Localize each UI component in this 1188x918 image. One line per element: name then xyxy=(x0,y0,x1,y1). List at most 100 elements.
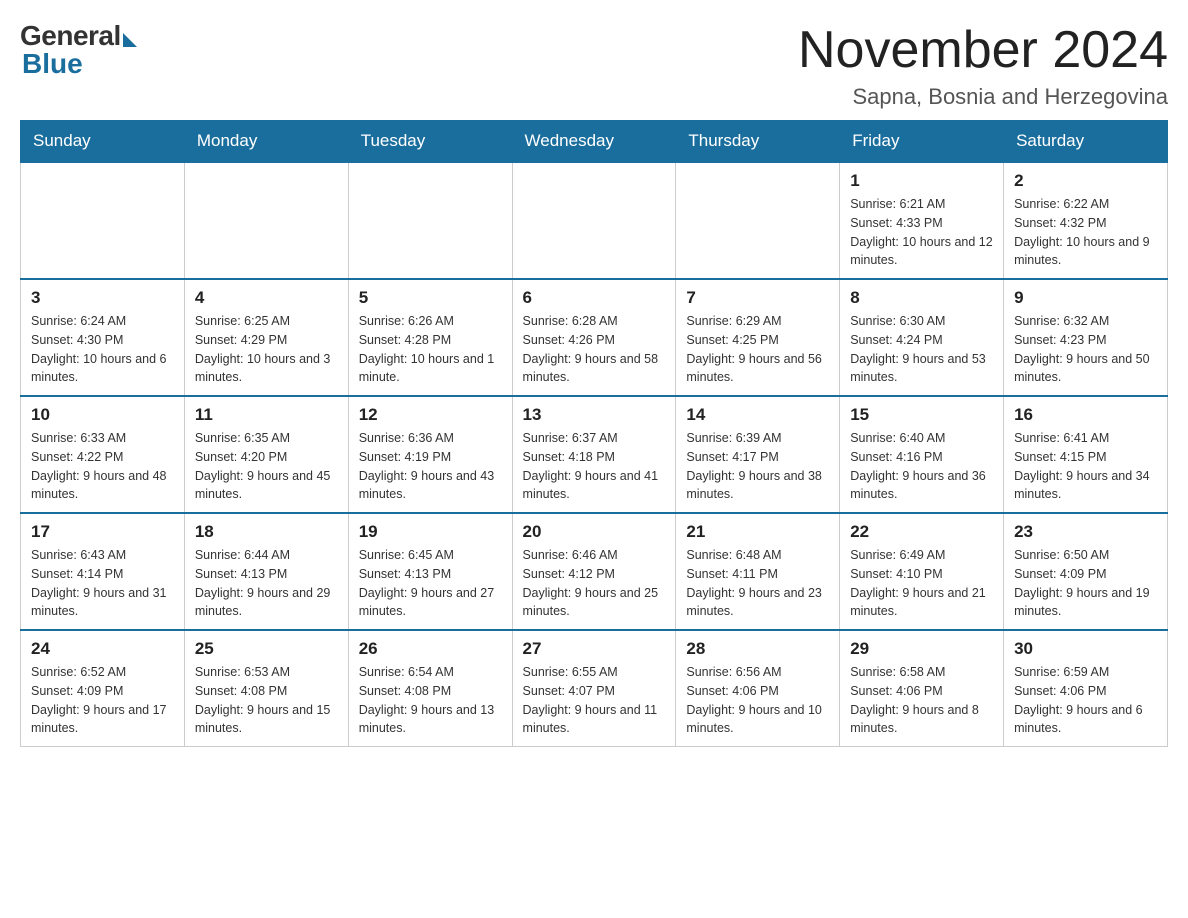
day-number: 24 xyxy=(31,639,174,659)
day-info: Sunrise: 6:37 AM Sunset: 4:18 PM Dayligh… xyxy=(523,429,666,504)
day-number: 15 xyxy=(850,405,993,425)
logo-blue-text: Blue xyxy=(22,48,83,80)
calendar-week-row: 24Sunrise: 6:52 AM Sunset: 4:09 PM Dayli… xyxy=(21,630,1168,747)
calendar-cell: 13 Sunrise: 6:37 AM Sunset: 4:18 PM Dayli… xyxy=(512,396,676,513)
calendar-week-row: 1 Sunrise: 6:21 AM Sunset: 4:33 PM Daylig… xyxy=(21,162,1168,279)
day-number: 6 xyxy=(523,288,666,308)
day-of-week-header: Friday xyxy=(840,121,1004,163)
day-number: 13 xyxy=(523,405,666,425)
day-number: 30 xyxy=(1014,639,1157,659)
calendar-cell: 18 Sunrise: 6:44 AM Sunset: 4:13 PM Dayli… xyxy=(184,513,348,630)
calendar-cell: 10 Sunrise: 6:33 AM Sunset: 4:22 PM Dayli… xyxy=(21,396,185,513)
day-of-week-header: Sunday xyxy=(21,121,185,163)
page-header: General Blue November 2024 Sapna, Bosnia… xyxy=(20,20,1168,110)
day-of-week-header: Thursday xyxy=(676,121,840,163)
day-info: Sunrise: 6:35 AM Sunset: 4:20 PM Dayligh… xyxy=(195,429,338,504)
day-info: Sunrise: 6:40 AM Sunset: 4:16 PM Dayligh… xyxy=(850,429,993,504)
day-number: 11 xyxy=(195,405,338,425)
calendar-cell: 2 Sunrise: 6:22 AM Sunset: 4:32 PM Daylig… xyxy=(1004,162,1168,279)
day-info: Sunrise: 6:29 AM Sunset: 4:25 PM Dayligh… xyxy=(686,312,829,387)
day-of-week-header: Monday xyxy=(184,121,348,163)
day-info: Sunrise: 6:21 AM Sunset: 4:33 PM Dayligh… xyxy=(850,195,993,270)
day-number: 20 xyxy=(523,522,666,542)
calendar-cell: 5 Sunrise: 6:26 AM Sunset: 4:28 PM Daylig… xyxy=(348,279,512,396)
calendar-week-row: 3 Sunrise: 6:24 AM Sunset: 4:30 PM Daylig… xyxy=(21,279,1168,396)
calendar-cell: 17 Sunrise: 6:43 AM Sunset: 4:14 PM Dayli… xyxy=(21,513,185,630)
calendar-cell: 20 Sunrise: 6:46 AM Sunset: 4:12 PM Dayli… xyxy=(512,513,676,630)
day-info: Sunrise: 6:41 AM Sunset: 4:15 PM Dayligh… xyxy=(1014,429,1157,504)
calendar-cell: 23 Sunrise: 6:50 AM Sunset: 4:09 PM Dayli… xyxy=(1004,513,1168,630)
calendar-cell xyxy=(348,162,512,279)
day-info: Sunrise: 6:54 AM Sunset: 4:08 PM Dayligh… xyxy=(359,663,502,738)
location-subtitle: Sapna, Bosnia and Herzegovina xyxy=(798,84,1168,110)
day-of-week-header: Tuesday xyxy=(348,121,512,163)
day-number: 3 xyxy=(31,288,174,308)
calendar-cell: 11 Sunrise: 6:35 AM Sunset: 4:20 PM Dayli… xyxy=(184,396,348,513)
calendar-cell: 24Sunrise: 6:52 AM Sunset: 4:09 PM Dayli… xyxy=(21,630,185,747)
calendar-header-row: SundayMondayTuesdayWednesdayThursdayFrid… xyxy=(21,121,1168,163)
calendar-cell xyxy=(184,162,348,279)
day-info: Sunrise: 6:24 AM Sunset: 4:30 PM Dayligh… xyxy=(31,312,174,387)
day-number: 9 xyxy=(1014,288,1157,308)
calendar-cell: 12Sunrise: 6:36 AM Sunset: 4:19 PM Dayli… xyxy=(348,396,512,513)
day-info: Sunrise: 6:44 AM Sunset: 4:13 PM Dayligh… xyxy=(195,546,338,621)
day-number: 28 xyxy=(686,639,829,659)
calendar-cell: 9 Sunrise: 6:32 AM Sunset: 4:23 PM Daylig… xyxy=(1004,279,1168,396)
day-info: Sunrise: 6:53 AM Sunset: 4:08 PM Dayligh… xyxy=(195,663,338,738)
day-number: 5 xyxy=(359,288,502,308)
calendar-cell: 21Sunrise: 6:48 AM Sunset: 4:11 PM Dayli… xyxy=(676,513,840,630)
calendar-cell: 7 Sunrise: 6:29 AM Sunset: 4:25 PM Daylig… xyxy=(676,279,840,396)
calendar-cell: 19Sunrise: 6:45 AM Sunset: 4:13 PM Dayli… xyxy=(348,513,512,630)
day-number: 8 xyxy=(850,288,993,308)
calendar-cell: 14Sunrise: 6:39 AM Sunset: 4:17 PM Dayli… xyxy=(676,396,840,513)
day-info: Sunrise: 6:56 AM Sunset: 4:06 PM Dayligh… xyxy=(686,663,829,738)
day-number: 7 xyxy=(686,288,829,308)
calendar-cell: 22 Sunrise: 6:49 AM Sunset: 4:10 PM Dayli… xyxy=(840,513,1004,630)
calendar-cell: 27Sunrise: 6:55 AM Sunset: 4:07 PM Dayli… xyxy=(512,630,676,747)
day-info: Sunrise: 6:26 AM Sunset: 4:28 PM Dayligh… xyxy=(359,312,502,387)
day-number: 22 xyxy=(850,522,993,542)
day-number: 2 xyxy=(1014,171,1157,191)
day-number: 21 xyxy=(686,522,829,542)
day-info: Sunrise: 6:22 AM Sunset: 4:32 PM Dayligh… xyxy=(1014,195,1157,270)
calendar-week-row: 17 Sunrise: 6:43 AM Sunset: 4:14 PM Dayli… xyxy=(21,513,1168,630)
calendar-cell: 16 Sunrise: 6:41 AM Sunset: 4:15 PM Dayli… xyxy=(1004,396,1168,513)
day-number: 26 xyxy=(359,639,502,659)
day-number: 10 xyxy=(31,405,174,425)
calendar-cell: 15 Sunrise: 6:40 AM Sunset: 4:16 PM Dayli… xyxy=(840,396,1004,513)
calendar-cell: 1 Sunrise: 6:21 AM Sunset: 4:33 PM Daylig… xyxy=(840,162,1004,279)
day-info: Sunrise: 6:46 AM Sunset: 4:12 PM Dayligh… xyxy=(523,546,666,621)
day-info: Sunrise: 6:49 AM Sunset: 4:10 PM Dayligh… xyxy=(850,546,993,621)
day-number: 17 xyxy=(31,522,174,542)
logo: General Blue xyxy=(20,20,137,80)
day-number: 1 xyxy=(850,171,993,191)
calendar-cell xyxy=(512,162,676,279)
day-number: 16 xyxy=(1014,405,1157,425)
day-info: Sunrise: 6:25 AM Sunset: 4:29 PM Dayligh… xyxy=(195,312,338,387)
calendar-cell: 26 Sunrise: 6:54 AM Sunset: 4:08 PM Dayli… xyxy=(348,630,512,747)
day-info: Sunrise: 6:43 AM Sunset: 4:14 PM Dayligh… xyxy=(31,546,174,621)
calendar-cell: 25Sunrise: 6:53 AM Sunset: 4:08 PM Dayli… xyxy=(184,630,348,747)
calendar-cell: 6 Sunrise: 6:28 AM Sunset: 4:26 PM Daylig… xyxy=(512,279,676,396)
day-info: Sunrise: 6:45 AM Sunset: 4:13 PM Dayligh… xyxy=(359,546,502,621)
day-number: 23 xyxy=(1014,522,1157,542)
day-info: Sunrise: 6:39 AM Sunset: 4:17 PM Dayligh… xyxy=(686,429,829,504)
logo-arrow-icon xyxy=(123,33,137,47)
day-info: Sunrise: 6:30 AM Sunset: 4:24 PM Dayligh… xyxy=(850,312,993,387)
day-of-week-header: Wednesday xyxy=(512,121,676,163)
calendar-table: SundayMondayTuesdayWednesdayThursdayFrid… xyxy=(20,120,1168,747)
day-info: Sunrise: 6:59 AM Sunset: 4:06 PM Dayligh… xyxy=(1014,663,1157,738)
month-title: November 2024 xyxy=(798,20,1168,80)
day-info: Sunrise: 6:32 AM Sunset: 4:23 PM Dayligh… xyxy=(1014,312,1157,387)
calendar-cell: 30 Sunrise: 6:59 AM Sunset: 4:06 PM Dayli… xyxy=(1004,630,1168,747)
day-info: Sunrise: 6:50 AM Sunset: 4:09 PM Dayligh… xyxy=(1014,546,1157,621)
calendar-cell: 8 Sunrise: 6:30 AM Sunset: 4:24 PM Daylig… xyxy=(840,279,1004,396)
day-info: Sunrise: 6:55 AM Sunset: 4:07 PM Dayligh… xyxy=(523,663,666,738)
day-info: Sunrise: 6:28 AM Sunset: 4:26 PM Dayligh… xyxy=(523,312,666,387)
day-number: 18 xyxy=(195,522,338,542)
calendar-cell: 4Sunrise: 6:25 AM Sunset: 4:29 PM Daylig… xyxy=(184,279,348,396)
day-number: 12 xyxy=(359,405,502,425)
calendar-cell xyxy=(21,162,185,279)
day-info: Sunrise: 6:33 AM Sunset: 4:22 PM Dayligh… xyxy=(31,429,174,504)
calendar-cell: 3 Sunrise: 6:24 AM Sunset: 4:30 PM Daylig… xyxy=(21,279,185,396)
